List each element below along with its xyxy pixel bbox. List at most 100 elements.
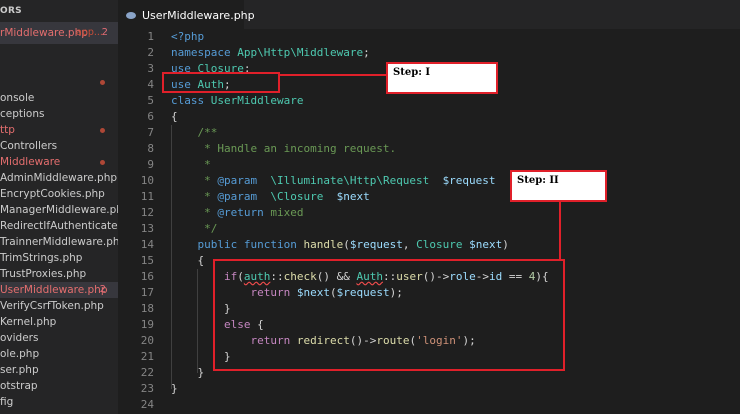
code-line[interactable]: 10 * @param \Illuminate\Http\Request $re…: [118, 173, 740, 189]
file-tree-item[interactable]: TrustProxies.php: [0, 266, 118, 282]
file-tree-item-label: Controllers: [0, 140, 58, 152]
line-number: 6: [147, 110, 154, 123]
file-tree-item[interactable]: UserMiddleware.php 2: [0, 282, 118, 298]
file-tree-item-label: TrimStrings.php: [0, 252, 83, 264]
line-number: 10: [140, 174, 154, 187]
line-number: 16: [140, 270, 154, 283]
file-tree-item[interactable]: Kernel.php: [0, 314, 118, 330]
php-file-icon: [126, 12, 136, 19]
line-number: 2: [147, 46, 154, 59]
file-tree-item[interactable]: ser.php: [0, 362, 118, 378]
code-line[interactable]: 13 */: [118, 221, 740, 237]
code-line[interactable]: 5 class UserMiddleware: [118, 93, 740, 109]
explorer-sidebar: ORS rMiddleware.php app... 2 onsole cepti…: [0, 0, 118, 414]
file-tree-item[interactable]: Controllers: [0, 138, 118, 154]
step-1-connector: [280, 74, 386, 76]
line-number: 11: [140, 190, 154, 203]
code-text: *: [171, 158, 211, 171]
open-editor-usermiddleware[interactable]: rMiddleware.php app... 2: [0, 22, 118, 44]
file-tree-item-label: ManagerMiddleware.php: [0, 204, 118, 216]
file-tree-item-label: ole.php: [0, 348, 40, 360]
code-line[interactable]: 23}: [118, 381, 740, 397]
line-number: 1: [147, 30, 154, 43]
file-tree-item[interactable]: onsole: [0, 90, 118, 106]
file-tree-item-label: ceptions: [0, 108, 45, 120]
open-editor-filename: rMiddleware.php: [0, 27, 88, 39]
file-tree-item[interactable]: TrainnerMiddleware.php: [0, 234, 118, 250]
file-tree-item[interactable]: EncryptCookies.php: [0, 186, 118, 202]
line-number: 15: [140, 254, 154, 267]
file-tree-item[interactable]: [0, 74, 118, 90]
code-line[interactable]: 14 public function handle($request, Clos…: [118, 237, 740, 253]
code-line[interactable]: 7 /**: [118, 125, 740, 141]
code-line[interactable]: 12 * @return mixed: [118, 205, 740, 221]
open-editors-header[interactable]: ORS: [0, 0, 118, 22]
code-text: }: [171, 382, 178, 395]
file-tree-item[interactable]: oviders: [0, 330, 118, 346]
code-text: {: [171, 254, 205, 267]
file-tree-item-label: ttp: [0, 124, 15, 136]
file-tree-item[interactable]: ceptions: [0, 106, 118, 122]
file-tree-item-label: ser.php: [0, 364, 39, 376]
problem-count-badge: 2: [101, 27, 108, 38]
code-text: {: [171, 110, 178, 123]
line-number: 5: [147, 94, 154, 107]
code-text: * @param \Closure $next: [171, 190, 370, 203]
modified-dot-icon: [100, 80, 105, 85]
code-line[interactable]: 11 * @param \Closure $next: [118, 189, 740, 205]
code-line[interactable]: 2 namespace App\Http\Middleware;: [118, 45, 740, 61]
file-tree-item-label: UserMiddleware.php: [0, 284, 108, 296]
line-number: 22: [140, 366, 154, 379]
line-number: 17: [140, 286, 154, 299]
open-editor-path: app...: [76, 27, 103, 38]
file-tree-item-label: RedirectIfAuthenticated.p...: [0, 220, 118, 232]
code-text: * @return mixed: [171, 206, 304, 219]
modified-dot-icon: [100, 128, 105, 133]
line-number: 4: [147, 78, 154, 91]
modified-dot-icon: [100, 160, 105, 165]
step-2-highlight: [213, 259, 565, 371]
file-tree-item-label: onsole: [0, 92, 35, 104]
step-1-label-box: Step: I: [386, 62, 498, 94]
line-number: 19: [140, 318, 154, 331]
line-number: 7: [147, 126, 154, 139]
file-tree-item[interactable]: RedirectIfAuthenticated.p...: [0, 218, 118, 234]
tab-usermiddleware[interactable]: UserMiddleware.php: [118, 0, 255, 29]
line-number: 20: [140, 334, 154, 347]
code-text: }: [171, 366, 205, 379]
line-number: 21: [140, 350, 154, 363]
code-text: namespace App\Http\Middleware;: [171, 46, 370, 59]
file-tree-item[interactable]: otstrap: [0, 378, 118, 394]
code-text: * Handle an incoming request.: [171, 142, 397, 155]
problem-count-badge: 2: [99, 284, 106, 295]
line-number: 14: [140, 238, 154, 251]
file-tree-item[interactable]: VerifyCsrfToken.php: [0, 298, 118, 314]
file-tree-item[interactable]: ole.php: [0, 346, 118, 362]
code-line[interactable]: 8 * Handle an incoming request.: [118, 141, 740, 157]
line-number: 24: [140, 398, 154, 411]
file-tree: onsole ceptions ttp Controllers Middleware Ad…: [0, 74, 118, 410]
file-tree-item-label: TrustProxies.php: [0, 268, 87, 280]
file-tree-item[interactable]: ManagerMiddleware.php: [0, 202, 118, 218]
line-number: 12: [140, 206, 154, 219]
file-tree-item-label: oviders: [0, 332, 39, 344]
editor-tab-strip: UserMiddleware.php: [118, 0, 740, 29]
code-line[interactable]: 24: [118, 397, 740, 413]
line-number: 8: [147, 142, 154, 155]
code-text: class UserMiddleware: [171, 94, 304, 107]
code-editor[interactable]: 1 <?php 2 namespace App\Http\Middleware; 3 us…: [118, 29, 740, 414]
file-tree-item-label: EncryptCookies.php: [0, 188, 105, 200]
file-tree-item-label: otstrap: [0, 380, 38, 392]
file-tree-item[interactable]: Middleware: [0, 154, 118, 170]
code-line[interactable]: 9 *: [118, 157, 740, 173]
code-text: */: [171, 222, 218, 235]
line-number: 18: [140, 302, 154, 315]
code-line[interactable]: 6{: [118, 109, 740, 125]
step-1-highlight: [162, 72, 280, 93]
file-tree-item[interactable]: AdminMiddleware.php: [0, 170, 118, 186]
file-tree-item[interactable]: TrimStrings.php: [0, 250, 118, 266]
code-line[interactable]: 1 <?php: [118, 29, 740, 45]
file-tree-item[interactable]: ttp: [0, 122, 118, 138]
file-tree-item[interactable]: fig: [0, 394, 118, 410]
file-tree-item-label: TrainnerMiddleware.php: [0, 236, 118, 248]
